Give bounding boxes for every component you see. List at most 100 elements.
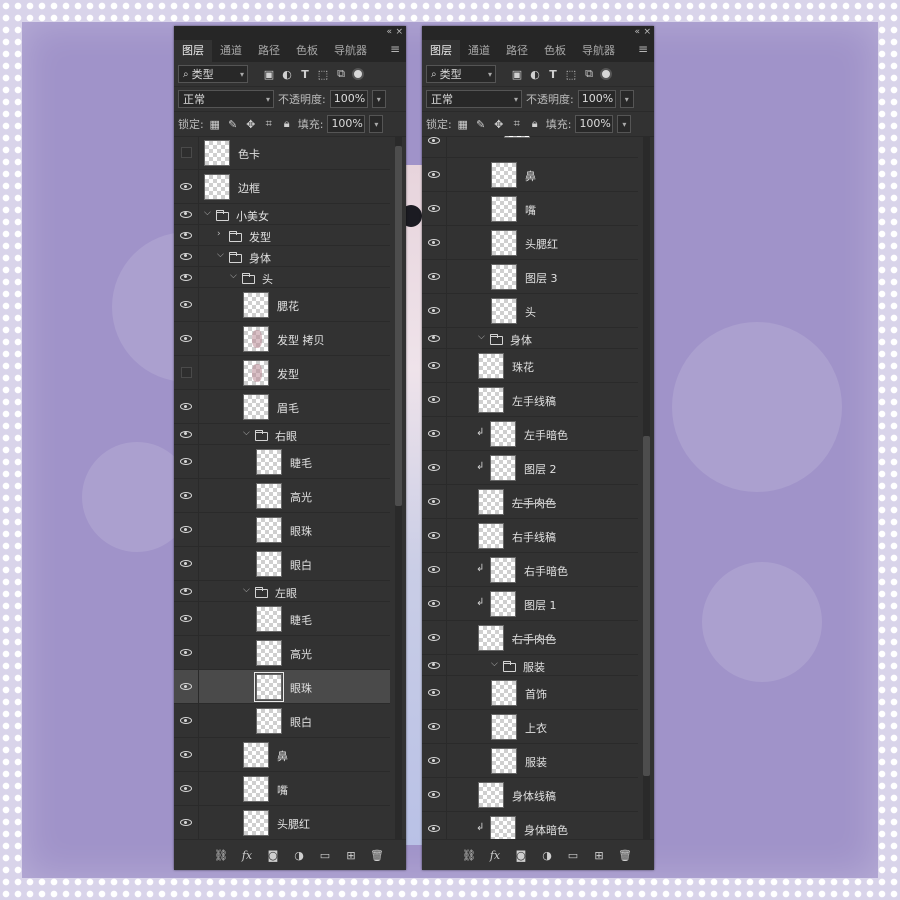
layer-thumbnail[interactable] — [204, 174, 230, 200]
layer-thumbnail[interactable] — [491, 196, 517, 222]
layer-row[interactable]: 高光 — [174, 479, 390, 513]
layer-thumbnail[interactable] — [491, 230, 517, 256]
tab-channels[interactable]: 通道 — [460, 40, 498, 62]
layer-thumbnail[interactable] — [256, 640, 282, 666]
lock-transparent-icon[interactable]: ▦ — [456, 117, 470, 131]
layer-group-row[interactable]: ⌵ 身体 — [422, 328, 638, 349]
blend-mode-select[interactable]: 正常 ▾ — [178, 90, 274, 108]
visibility-toggle[interactable] — [422, 744, 447, 777]
layer-thumbnail[interactable] — [491, 714, 517, 740]
layer-thumbnail[interactable] — [243, 292, 269, 318]
panel-menu-icon[interactable]: ≡ — [638, 42, 648, 56]
layer-scrollbar[interactable] — [395, 136, 402, 842]
trash-icon[interactable]: 🗑︎ — [618, 849, 632, 862]
visibility-toggle[interactable] — [422, 349, 447, 382]
layer-row[interactable]: 眼白 — [422, 136, 638, 158]
visibility-toggle[interactable] — [174, 581, 199, 601]
layer-thumbnail[interactable] — [256, 551, 282, 577]
layer-thumbnail[interactable] — [478, 353, 504, 379]
visibility-toggle[interactable] — [422, 158, 447, 191]
layer-thumbnail[interactable] — [491, 748, 517, 774]
layer-group-row[interactable]: ⌵ 身体 — [174, 246, 390, 267]
visibility-toggle[interactable] — [422, 553, 447, 586]
layer-row[interactable]: 眼珠 — [174, 670, 390, 704]
layer-thumbnail[interactable] — [491, 298, 517, 324]
visibility-toggle[interactable] — [422, 710, 447, 743]
tab-channels[interactable]: 通道 — [212, 40, 250, 62]
visibility-toggle[interactable] — [174, 170, 199, 203]
layer-row[interactable]: 左手肉色 — [422, 485, 638, 519]
lock-artboard-icon[interactable]: ⌗ — [262, 117, 276, 131]
layer-group-row[interactable]: ⌵ 服装 — [422, 655, 638, 676]
shape-filter-icon[interactable]: ⬚ — [316, 67, 330, 81]
layer-group-row[interactable]: ⌵ 小美女 — [174, 204, 390, 225]
visibility-toggle[interactable] — [174, 267, 199, 287]
visibility-toggle[interactable] — [422, 621, 447, 654]
smart-object-filter-icon[interactable]: ⧉ — [334, 67, 348, 81]
layer-row[interactable]: 鼻 — [174, 738, 390, 772]
close-icon[interactable]: × — [643, 26, 651, 38]
adjustment-filter-icon[interactable]: ◐ — [528, 67, 542, 81]
layer-thumbnail[interactable] — [243, 326, 269, 352]
fx-icon[interactable]: fx — [488, 849, 502, 862]
layer-thumbnail[interactable] — [491, 162, 517, 188]
visibility-toggle[interactable] — [422, 294, 447, 327]
tab-paths[interactable]: 路径 — [498, 40, 536, 62]
visibility-toggle[interactable] — [422, 328, 447, 348]
visibility-toggle[interactable] — [174, 225, 199, 245]
visibility-toggle[interactable] — [422, 676, 447, 709]
layer-group-row[interactable]: › 发型 — [174, 225, 390, 246]
layer-row[interactable]: 腮花 — [174, 288, 390, 322]
visibility-toggle[interactable] — [174, 636, 199, 669]
visibility-toggle[interactable] — [174, 322, 199, 355]
layer-row[interactable]: 嘴 — [422, 192, 638, 226]
layer-thumbnail[interactable] — [491, 264, 517, 290]
lock-paint-icon[interactable]: ✎ — [226, 117, 240, 131]
visibility-toggle[interactable] — [174, 246, 199, 266]
layer-thumbnail[interactable] — [256, 449, 282, 475]
visibility-toggle[interactable] — [422, 485, 447, 518]
opacity-input[interactable]: 100% — [329, 90, 368, 108]
layer-row[interactable]: 色卡 — [174, 136, 390, 170]
new-group-icon[interactable]: ▭ — [566, 849, 580, 862]
chevron-down-icon[interactable]: ⌵ — [204, 208, 211, 218]
tab-layers[interactable]: 图层 — [174, 40, 212, 62]
layer-row[interactable]: 珠花 — [422, 349, 638, 383]
layer-row[interactable]: ↲ 右手暗色 — [422, 553, 638, 587]
layer-row[interactable]: 上衣 — [422, 710, 638, 744]
layer-thumbnail[interactable] — [204, 140, 230, 166]
lock-position-icon[interactable]: ✥ — [244, 117, 258, 131]
lock-all-icon[interactable]: 🔒︎ — [528, 117, 542, 131]
layer-thumbnail[interactable] — [256, 483, 282, 509]
layer-row[interactable]: 头腮红 — [174, 806, 390, 840]
visibility-toggle[interactable] — [422, 778, 447, 811]
layer-row[interactable]: 发型 拷贝 — [174, 322, 390, 356]
layer-thumbnail[interactable] — [490, 421, 516, 447]
visibility-toggle[interactable] — [174, 390, 199, 423]
filter-toggle-icon[interactable] — [600, 68, 612, 80]
layer-row[interactable]: 鼻 — [422, 158, 638, 192]
visibility-toggle[interactable] — [174, 288, 199, 321]
new-group-icon[interactable]: ▭ — [318, 849, 332, 862]
collapse-icon[interactable]: « — [634, 26, 640, 38]
close-icon[interactable]: × — [395, 26, 403, 38]
layer-thumbnail[interactable] — [243, 810, 269, 836]
visibility-toggle[interactable] — [422, 587, 447, 620]
new-layer-icon[interactable]: ⊞ — [592, 849, 606, 862]
chevron-down-icon[interactable]: ⌵ — [491, 659, 498, 669]
layer-row[interactable]: 睫毛 — [174, 602, 390, 636]
layer-row[interactable]: 眼白 — [174, 704, 390, 738]
visibility-toggle[interactable] — [174, 547, 199, 580]
link-icon[interactable]: ⛓︎ — [214, 849, 228, 862]
lock-artboard-icon[interactable]: ⌗ — [510, 117, 524, 131]
layer-thumbnail[interactable] — [243, 360, 269, 386]
blend-mode-select[interactable]: 正常 ▾ — [426, 90, 522, 108]
visibility-toggle[interactable] — [422, 192, 447, 225]
layer-group-row[interactable]: ⌵ 左眼 — [174, 581, 390, 602]
visibility-toggle[interactable] — [174, 704, 199, 737]
layer-thumbnail[interactable] — [256, 708, 282, 734]
layer-row[interactable]: ↲ 图层 2 — [422, 451, 638, 485]
layer-row[interactable]: 右手肉色 — [422, 621, 638, 655]
visibility-toggle[interactable] — [422, 260, 447, 293]
filter-toggle-icon[interactable] — [352, 68, 364, 80]
